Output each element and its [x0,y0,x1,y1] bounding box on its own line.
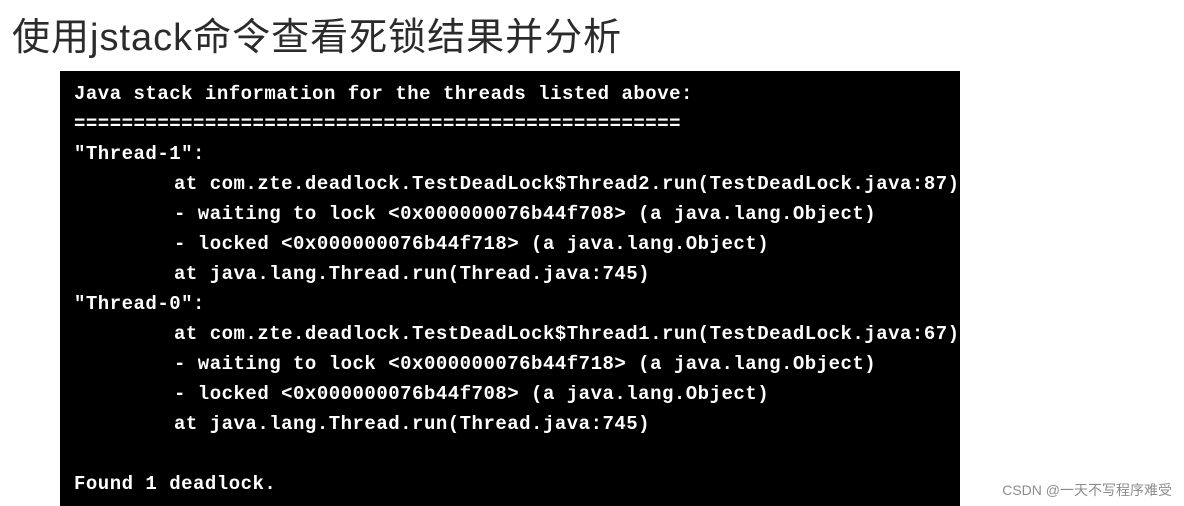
deadlock-footer: Found 1 deadlock. [74,473,276,495]
stack-line: - waiting to lock <0x000000076b44f718> (… [74,349,950,379]
stack-line: at com.zte.deadlock.TestDeadLock$Thread2… [74,169,950,199]
page-title: 使用jstack命令查看死锁结果并分析 [0,0,1184,71]
stack-line: at com.zte.deadlock.TestDeadLock$Thread1… [74,319,950,349]
stack-line: at java.lang.Thread.run(Thread.java:745) [74,259,950,289]
watermark-text: CSDN @一天不写程序难受 [1002,480,1172,500]
stack-line: - locked <0x000000076b44f708> (a java.la… [74,379,950,409]
thread-name: "Thread-1": [74,143,205,165]
blank-line [74,443,86,465]
terminal-container: Java stack information for the threads l… [0,71,1184,506]
stack-line: - waiting to lock <0x000000076b44f708> (… [74,199,950,229]
stack-line: - locked <0x000000076b44f718> (a java.la… [74,229,950,259]
page: 使用jstack命令查看死锁结果并分析 Java stack informati… [0,0,1184,506]
stack-line: at java.lang.Thread.run(Thread.java:745) [74,409,950,439]
divider-line: ========================================… [74,113,681,135]
terminal-output: Java stack information for the threads l… [60,71,960,506]
thread-name: "Thread-0": [74,293,205,315]
stack-header: Java stack information for the threads l… [74,83,693,105]
